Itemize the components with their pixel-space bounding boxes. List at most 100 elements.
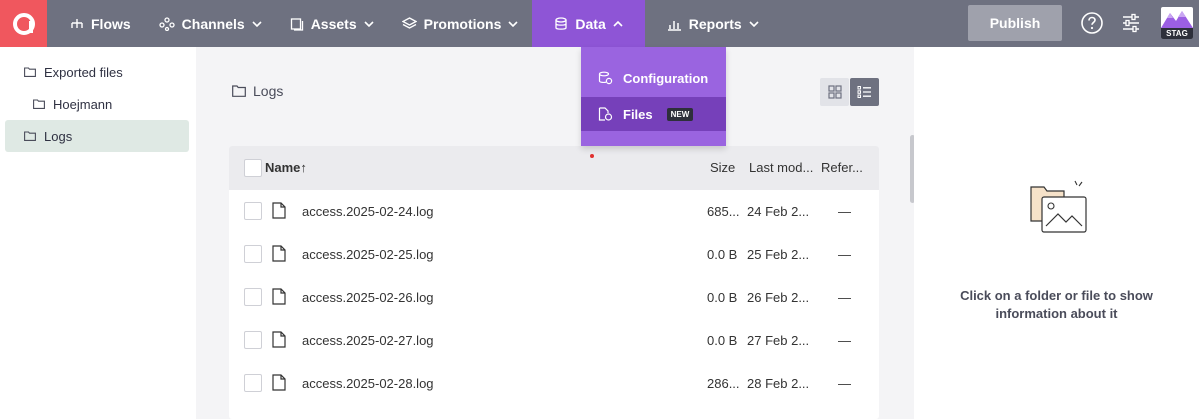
indicator-dot — [590, 154, 594, 158]
channels-icon — [159, 16, 175, 31]
logo-icon — [12, 12, 35, 35]
table-row[interactable]: access.2025-02-28.log 286... 28 Feb 2...… — [229, 362, 879, 405]
nav-data[interactable]: Data — [532, 0, 645, 47]
chevron-down-icon — [749, 20, 759, 27]
grid-view-button[interactable] — [820, 78, 849, 106]
files-icon — [598, 107, 613, 121]
row-checkbox[interactable] — [244, 374, 262, 392]
reports-icon — [667, 20, 681, 31]
files-table: Name↑ Size Last mod... Refer... access.2… — [229, 146, 879, 419]
nav-flows-label: Flows — [91, 15, 131, 32]
file-name: access.2025-02-25.log — [302, 247, 434, 262]
row-checkbox[interactable] — [244, 245, 262, 263]
file-size: 0.0 B — [707, 333, 738, 348]
list-view-button[interactable] — [850, 78, 879, 106]
row-checkbox[interactable] — [244, 288, 262, 306]
sidebar-item-label: Logs — [44, 128, 73, 144]
file-icon — [272, 202, 286, 219]
sidebar-item-label: Exported files — [44, 64, 123, 80]
environment-badge[interactable]: STAG — [1161, 7, 1193, 39]
file-icon — [272, 331, 286, 348]
folder-icon — [232, 85, 246, 97]
chevron-down-icon — [252, 20, 262, 27]
app-logo[interactable] — [0, 0, 47, 47]
nav-data-label: Data — [575, 15, 606, 32]
folder-sidebar: Exported files Hoejmann Logs — [0, 47, 196, 419]
table-row[interactable]: access.2025-02-26.log 0.0 B 26 Feb 2... … — [229, 276, 879, 319]
sidebar-item-hoejmann[interactable]: Hoejmann — [33, 88, 183, 120]
column-header-last-modified[interactable]: Last mod... — [749, 160, 813, 175]
file-modified: 25 Feb 2... — [747, 247, 810, 262]
file-references: — — [838, 204, 851, 219]
file-modified: 27 Feb 2... — [747, 333, 810, 348]
menu-item-label: Files — [623, 106, 653, 122]
nav-assets-label: Assets — [310, 15, 357, 32]
sidebar-item-label: Hoejmann — [53, 96, 113, 112]
configuration-icon — [598, 71, 613, 85]
file-size: 0.0 B — [707, 247, 738, 262]
folder-icon — [33, 99, 45, 109]
nav-promotions[interactable]: Promotions — [388, 0, 533, 47]
nav-assets[interactable]: Assets — [276, 0, 388, 47]
grid-icon — [827, 85, 842, 99]
database-icon — [555, 16, 568, 30]
file-size: 0.0 B — [707, 290, 738, 305]
file-name: access.2025-02-27.log — [302, 333, 434, 348]
table-header: Name↑ Size Last mod... Refer... — [229, 146, 879, 190]
nav-flows[interactable]: Flows — [56, 0, 145, 47]
chevron-up-icon — [613, 20, 623, 27]
file-name: access.2025-02-24.log — [302, 204, 434, 219]
nav-channels[interactable]: Channels — [145, 0, 276, 47]
file-references: — — [838, 333, 851, 348]
menu-item-files[interactable]: Files NEW — [581, 97, 726, 131]
sidebar-item-logs[interactable]: Logs — [5, 120, 189, 152]
file-icon — [272, 374, 286, 391]
chevron-down-icon — [364, 20, 374, 27]
row-checkbox[interactable] — [244, 331, 262, 349]
publish-button[interactable]: Publish — [968, 5, 1062, 41]
help-icon[interactable] — [1080, 11, 1104, 35]
nav-channels-label: Channels — [181, 15, 245, 32]
folder-file-illustration-icon — [1030, 180, 1087, 233]
list-icon — [857, 86, 871, 98]
file-modified: 24 Feb 2... — [747, 204, 810, 219]
select-all-checkbox[interactable] — [244, 159, 262, 177]
column-header-name[interactable]: Name↑ — [265, 160, 307, 175]
settings-sliders-icon[interactable] — [1120, 11, 1142, 35]
file-size: 685... — [707, 204, 740, 219]
breadcrumb: Logs — [232, 83, 283, 99]
promotions-icon — [401, 16, 417, 29]
file-modified: 26 Feb 2... — [747, 290, 810, 305]
file-name: access.2025-02-28.log — [302, 376, 434, 391]
file-references: — — [838, 376, 851, 391]
table-row[interactable]: access.2025-02-24.log 685... 24 Feb 2...… — [229, 190, 879, 233]
file-references: — — [838, 290, 851, 305]
file-browser: Logs Name↑ Size Last mod... Refer... acc… — [196, 47, 915, 419]
file-references: — — [838, 247, 851, 262]
file-name: access.2025-02-26.log — [302, 290, 434, 305]
top-navigation-bar: Flows Channels Assets Promotions Data Re… — [0, 0, 1199, 47]
breadcrumb-current[interactable]: Logs — [253, 83, 283, 99]
environment-label: STAG — [1161, 28, 1193, 39]
info-panel: Click on a folder or file to show inform… — [914, 47, 1199, 419]
sort-ascending-icon: ↑ — [300, 160, 307, 175]
folder-icon — [24, 131, 36, 141]
column-header-size[interactable]: Size — [710, 160, 735, 175]
data-dropdown-menu: Configuration Files NEW — [581, 47, 726, 146]
assets-icon — [290, 17, 303, 31]
new-badge: NEW — [666, 107, 694, 121]
table-row[interactable]: access.2025-02-27.log 0.0 B 27 Feb 2... … — [229, 319, 879, 362]
mountains-icon — [1161, 11, 1193, 28]
nav-reports[interactable]: Reports — [653, 0, 773, 47]
nav-promotions-label: Promotions — [423, 15, 502, 32]
sidebar-item-exported-files[interactable]: Exported files — [24, 56, 184, 88]
menu-item-label: Configuration — [623, 70, 709, 86]
row-checkbox[interactable] — [244, 202, 262, 220]
table-row[interactable]: access.2025-02-25.log 0.0 B 25 Feb 2... … — [229, 233, 879, 276]
menu-item-configuration[interactable]: Configuration — [581, 61, 726, 95]
flows-icon — [71, 18, 83, 28]
chevron-down-icon — [508, 20, 518, 27]
column-header-references[interactable]: Refer... — [821, 160, 863, 175]
file-size: 286... — [707, 376, 740, 391]
nav-reports-label: Reports — [688, 15, 742, 32]
